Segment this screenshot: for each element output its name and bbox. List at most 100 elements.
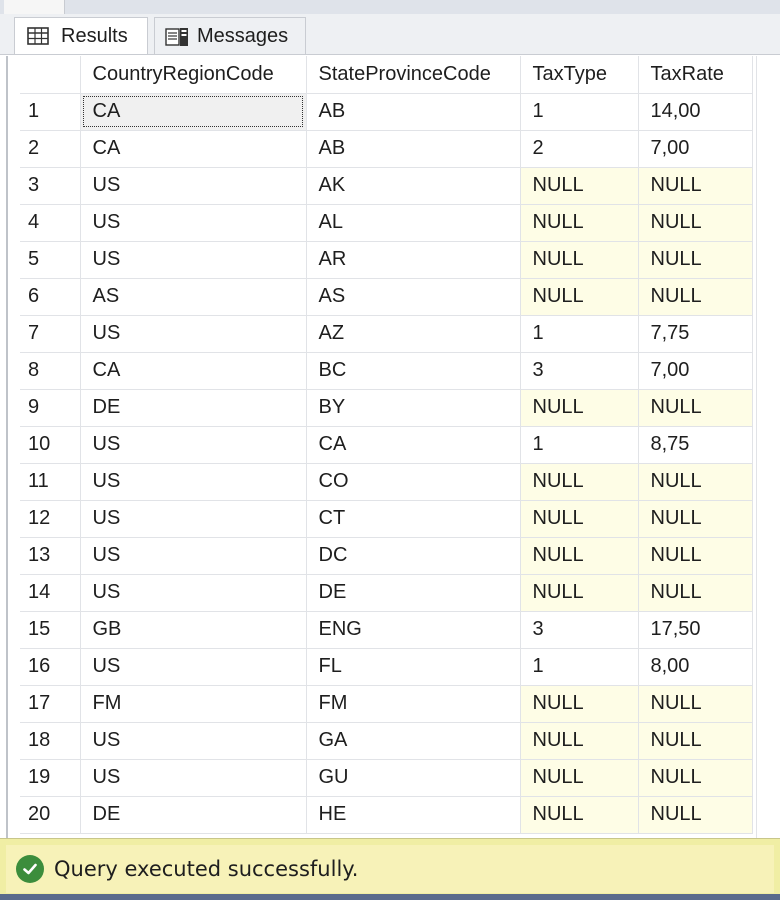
row-number[interactable]: 9	[20, 389, 81, 427]
table-row[interactable]: 14 US DE NULL NULL	[20, 574, 753, 612]
table-row[interactable]: 3 US AK NULL NULL	[20, 167, 753, 205]
row-number[interactable]: 11	[20, 463, 81, 501]
cell-stateprovincecode[interactable]: AR	[306, 241, 521, 279]
cell-taxrate[interactable]: NULL	[638, 685, 753, 723]
header-countryregioncode[interactable]: CountryRegionCode	[80, 56, 307, 94]
table-row[interactable]: 18 US GA NULL NULL	[20, 722, 753, 760]
cell-stateprovincecode[interactable]: AS	[306, 278, 521, 316]
cell-countryregioncode[interactable]: US	[80, 574, 307, 612]
cell-stateprovincecode[interactable]: BC	[306, 352, 521, 390]
cell-taxrate[interactable]: NULL	[638, 759, 753, 797]
cell-taxtype[interactable]: NULL	[520, 241, 639, 279]
cell-countryregioncode[interactable]: US	[80, 167, 307, 205]
header-taxtype[interactable]: TaxType	[520, 56, 639, 94]
row-number[interactable]: 7	[20, 315, 81, 353]
cell-countryregioncode[interactable]: US	[80, 426, 307, 464]
header-taxrate[interactable]: TaxRate	[638, 56, 753, 94]
cell-countryregioncode[interactable]: CA	[80, 93, 307, 131]
row-number[interactable]: 20	[20, 796, 81, 834]
cell-stateprovincecode[interactable]: AL	[306, 204, 521, 242]
cell-stateprovincecode[interactable]: DC	[306, 537, 521, 575]
cell-stateprovincecode[interactable]: CT	[306, 500, 521, 538]
cell-taxtype[interactable]: 2	[520, 130, 639, 168]
cell-stateprovincecode[interactable]: AK	[306, 167, 521, 205]
cell-taxtype[interactable]: NULL	[520, 204, 639, 242]
cell-stateprovincecode[interactable]: BY	[306, 389, 521, 427]
table-row[interactable]: 5 US AR NULL NULL	[20, 241, 753, 279]
table-row[interactable]: 12 US CT NULL NULL	[20, 500, 753, 538]
cell-countryregioncode[interactable]: US	[80, 759, 307, 797]
cell-stateprovincecode[interactable]: GU	[306, 759, 521, 797]
row-number[interactable]: 16	[20, 648, 81, 686]
cell-taxtype[interactable]: 3	[520, 611, 639, 649]
cell-taxtype[interactable]: NULL	[520, 500, 639, 538]
cell-taxtype[interactable]: NULL	[520, 389, 639, 427]
cell-taxrate[interactable]: 7,00	[638, 130, 753, 168]
table-row[interactable]: 8 CA BC 3 7,00	[20, 352, 753, 390]
cell-taxtype[interactable]: NULL	[520, 574, 639, 612]
table-row[interactable]: 6 AS AS NULL NULL	[20, 278, 753, 316]
cell-countryregioncode[interactable]: US	[80, 241, 307, 279]
cell-countryregioncode[interactable]: US	[80, 204, 307, 242]
cell-taxtype[interactable]: 1	[520, 93, 639, 131]
cell-countryregioncode[interactable]: CA	[80, 130, 307, 168]
cell-stateprovincecode[interactable]: AB	[306, 130, 521, 168]
cell-countryregioncode[interactable]: US	[80, 315, 307, 353]
cell-taxtype[interactable]: NULL	[520, 537, 639, 575]
cell-taxrate[interactable]: NULL	[638, 241, 753, 279]
table-row[interactable]: 2 CA AB 2 7,00	[20, 130, 753, 168]
row-number[interactable]: 17	[20, 685, 81, 723]
row-number[interactable]: 15	[20, 611, 81, 649]
cell-taxrate[interactable]: NULL	[638, 796, 753, 834]
cell-taxtype[interactable]: NULL	[520, 759, 639, 797]
table-row[interactable]: 7 US AZ 1 7,75	[20, 315, 753, 353]
cell-stateprovincecode[interactable]: AB	[306, 93, 521, 131]
header-stateprovincecode[interactable]: StateProvinceCode	[306, 56, 521, 94]
cell-taxrate[interactable]: 7,00	[638, 352, 753, 390]
tab-messages[interactable]: Messages	[154, 17, 306, 54]
cell-taxrate[interactable]: NULL	[638, 537, 753, 575]
cell-countryregioncode[interactable]: US	[80, 500, 307, 538]
table-row[interactable]: 4 US AL NULL NULL	[20, 204, 753, 242]
cell-stateprovincecode[interactable]: ENG	[306, 611, 521, 649]
tab-results[interactable]: Results	[14, 17, 148, 54]
cell-countryregioncode[interactable]: US	[80, 537, 307, 575]
cell-taxtype[interactable]: 3	[520, 352, 639, 390]
cell-stateprovincecode[interactable]: FL	[306, 648, 521, 686]
row-number[interactable]: 14	[20, 574, 81, 612]
cell-stateprovincecode[interactable]: CA	[306, 426, 521, 464]
cell-taxtype[interactable]: NULL	[520, 167, 639, 205]
table-row[interactable]: 9 DE BY NULL NULL	[20, 389, 753, 427]
cell-countryregioncode[interactable]: GB	[80, 611, 307, 649]
cell-countryregioncode[interactable]: DE	[80, 796, 307, 834]
table-row[interactable]: 13 US DC NULL NULL	[20, 537, 753, 575]
table-row[interactable]: 19 US GU NULL NULL	[20, 759, 753, 797]
cell-countryregioncode[interactable]: US	[80, 463, 307, 501]
table-row[interactable]: 1 CA AB 1 14,00	[20, 93, 753, 131]
query-tab-fragment[interactable]	[4, 0, 65, 14]
cell-taxrate[interactable]: NULL	[638, 167, 753, 205]
cell-taxrate[interactable]: NULL	[638, 500, 753, 538]
cell-stateprovincecode[interactable]: AZ	[306, 315, 521, 353]
cell-taxtype[interactable]: 1	[520, 315, 639, 353]
table-row[interactable]: 20 DE HE NULL NULL	[20, 796, 753, 834]
row-number[interactable]: 18	[20, 722, 81, 760]
row-number[interactable]: 12	[20, 500, 81, 538]
cell-taxtype[interactable]: NULL	[520, 463, 639, 501]
cell-taxrate[interactable]: NULL	[638, 722, 753, 760]
cell-taxrate[interactable]: NULL	[638, 463, 753, 501]
cell-stateprovincecode[interactable]: CO	[306, 463, 521, 501]
cell-countryregioncode[interactable]: US	[80, 648, 307, 686]
cell-taxtype[interactable]: 1	[520, 648, 639, 686]
cell-stateprovincecode[interactable]: DE	[306, 574, 521, 612]
cell-taxrate[interactable]: NULL	[638, 389, 753, 427]
cell-taxtype[interactable]: NULL	[520, 796, 639, 834]
cell-stateprovincecode[interactable]: FM	[306, 685, 521, 723]
cell-taxrate[interactable]: 7,75	[638, 315, 753, 353]
cell-stateprovincecode[interactable]: GA	[306, 722, 521, 760]
row-number[interactable]: 3	[20, 167, 81, 205]
row-number[interactable]: 4	[20, 204, 81, 242]
cell-taxrate[interactable]: 17,50	[638, 611, 753, 649]
cell-taxrate[interactable]: NULL	[638, 278, 753, 316]
cell-countryregioncode[interactable]: DE	[80, 389, 307, 427]
